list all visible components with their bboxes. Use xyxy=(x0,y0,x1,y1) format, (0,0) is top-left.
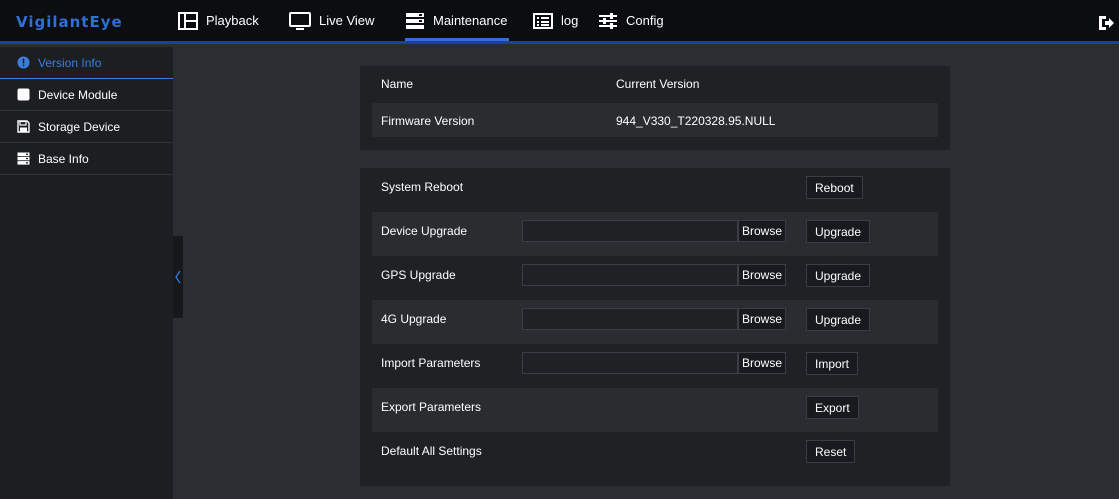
nav-maintenance-label: Maintenance xyxy=(433,13,508,28)
firmware-version-value: 944_V330_T220328.95.NULL xyxy=(616,114,776,128)
nav-log[interactable]: log xyxy=(533,0,578,41)
import-parameters-label: Import Parameters xyxy=(381,356,481,370)
column-name-header: Name xyxy=(381,77,414,91)
4g-upgrade-label: 4G Upgrade xyxy=(381,312,447,326)
module-icon xyxy=(17,88,30,101)
sidebar-item-storage-device[interactable]: Storage Device xyxy=(0,111,173,143)
reset-button[interactable]: Reset xyxy=(806,440,856,463)
system-reboot-row: System Reboot Reboot xyxy=(372,168,938,212)
sidebar-collapse-handle[interactable] xyxy=(173,236,183,318)
firmware-version-label: Firmware Version xyxy=(381,114,475,128)
info-icon xyxy=(17,56,30,69)
gps-upgrade-browse-button[interactable]: Browse xyxy=(738,264,786,286)
system-reboot-label: System Reboot xyxy=(381,180,464,194)
gps-upgrade-file-input[interactable] xyxy=(522,264,738,286)
nav-playback[interactable]: Playback xyxy=(178,0,259,41)
device-upgrade-row: Device Upgrade Browse Upgrade xyxy=(372,212,938,256)
sidebar-item-label: Base Info xyxy=(38,151,89,166)
gps-upgrade-label: GPS Upgrade xyxy=(381,268,456,282)
export-button[interactable]: Export xyxy=(806,396,859,419)
logout-button[interactable] xyxy=(1097,14,1115,35)
version-info-panel: Name Current Version Firmware Version 94… xyxy=(360,66,950,150)
device-upgrade-label: Device Upgrade xyxy=(381,224,468,238)
sliders-icon xyxy=(599,12,617,29)
server-icon xyxy=(17,152,30,165)
version-table-header: Name Current Version xyxy=(372,66,938,100)
sidebar: Version Info Device Module Storage Devic… xyxy=(0,47,173,499)
reboot-button[interactable]: Reboot xyxy=(806,176,863,199)
sidebar-item-label: Version Info xyxy=(38,55,102,70)
export-parameters-row: Export Parameters Export xyxy=(372,388,938,432)
top-navigation-bar: VigilantEye Playback Live View Maintenan… xyxy=(0,0,1119,44)
export-parameters-label: Export Parameters xyxy=(381,400,482,414)
gps-upgrade-button[interactable]: Upgrade xyxy=(806,264,871,287)
maintenance-panel: System Reboot Reboot Device Upgrade Brow… xyxy=(360,168,950,486)
sidebar-item-device-module[interactable]: Device Module xyxy=(0,79,173,111)
app-logo: VigilantEye xyxy=(16,13,123,31)
sidebar-item-base-info[interactable]: Base Info xyxy=(0,143,173,175)
floppy-disk-icon xyxy=(17,120,30,133)
4g-upgrade-row: 4G Upgrade Browse Upgrade xyxy=(372,300,938,344)
table-row: Firmware Version 944_V330_T220328.95.NUL… xyxy=(372,103,938,137)
4g-upgrade-button[interactable]: Upgrade xyxy=(806,308,871,331)
sidebar-item-label: Device Module xyxy=(38,87,118,102)
nav-live-view-label: Live View xyxy=(319,13,375,28)
column-version-header: Current Version xyxy=(616,77,700,91)
device-upgrade-file-input[interactable] xyxy=(522,220,738,242)
nav-live-view[interactable]: Live View xyxy=(289,0,374,41)
sidebar-item-version-info[interactable]: Version Info xyxy=(0,47,173,79)
nav-maintenance[interactable]: Maintenance xyxy=(405,0,509,41)
gps-upgrade-row: GPS Upgrade Browse Upgrade xyxy=(372,256,938,300)
import-parameters-browse-button[interactable]: Browse xyxy=(738,352,786,374)
nav-log-label: log xyxy=(561,13,579,28)
sidebar-item-label: Storage Device xyxy=(38,119,121,134)
nav-config[interactable]: Config xyxy=(598,0,664,41)
default-settings-label: Default All Settings xyxy=(381,444,482,458)
import-button[interactable]: Import xyxy=(806,352,859,375)
device-upgrade-button[interactable]: Upgrade xyxy=(806,220,871,243)
playback-icon xyxy=(178,11,198,30)
nav-playback-label: Playback xyxy=(206,13,259,28)
chevron-left-icon xyxy=(175,270,181,284)
device-upgrade-browse-button[interactable]: Browse xyxy=(738,220,786,242)
monitor-icon xyxy=(289,11,311,30)
import-parameters-row: Import Parameters Browse Import xyxy=(372,344,938,388)
import-parameters-file-input[interactable] xyxy=(522,352,738,374)
4g-upgrade-file-input[interactable] xyxy=(522,308,738,330)
log-icon xyxy=(533,12,553,29)
default-settings-row: Default All Settings Reset xyxy=(372,432,938,476)
4g-upgrade-browse-button[interactable]: Browse xyxy=(738,308,786,330)
maintenance-icon xyxy=(406,12,424,29)
logout-icon xyxy=(1099,16,1114,30)
nav-config-label: Config xyxy=(626,13,664,28)
